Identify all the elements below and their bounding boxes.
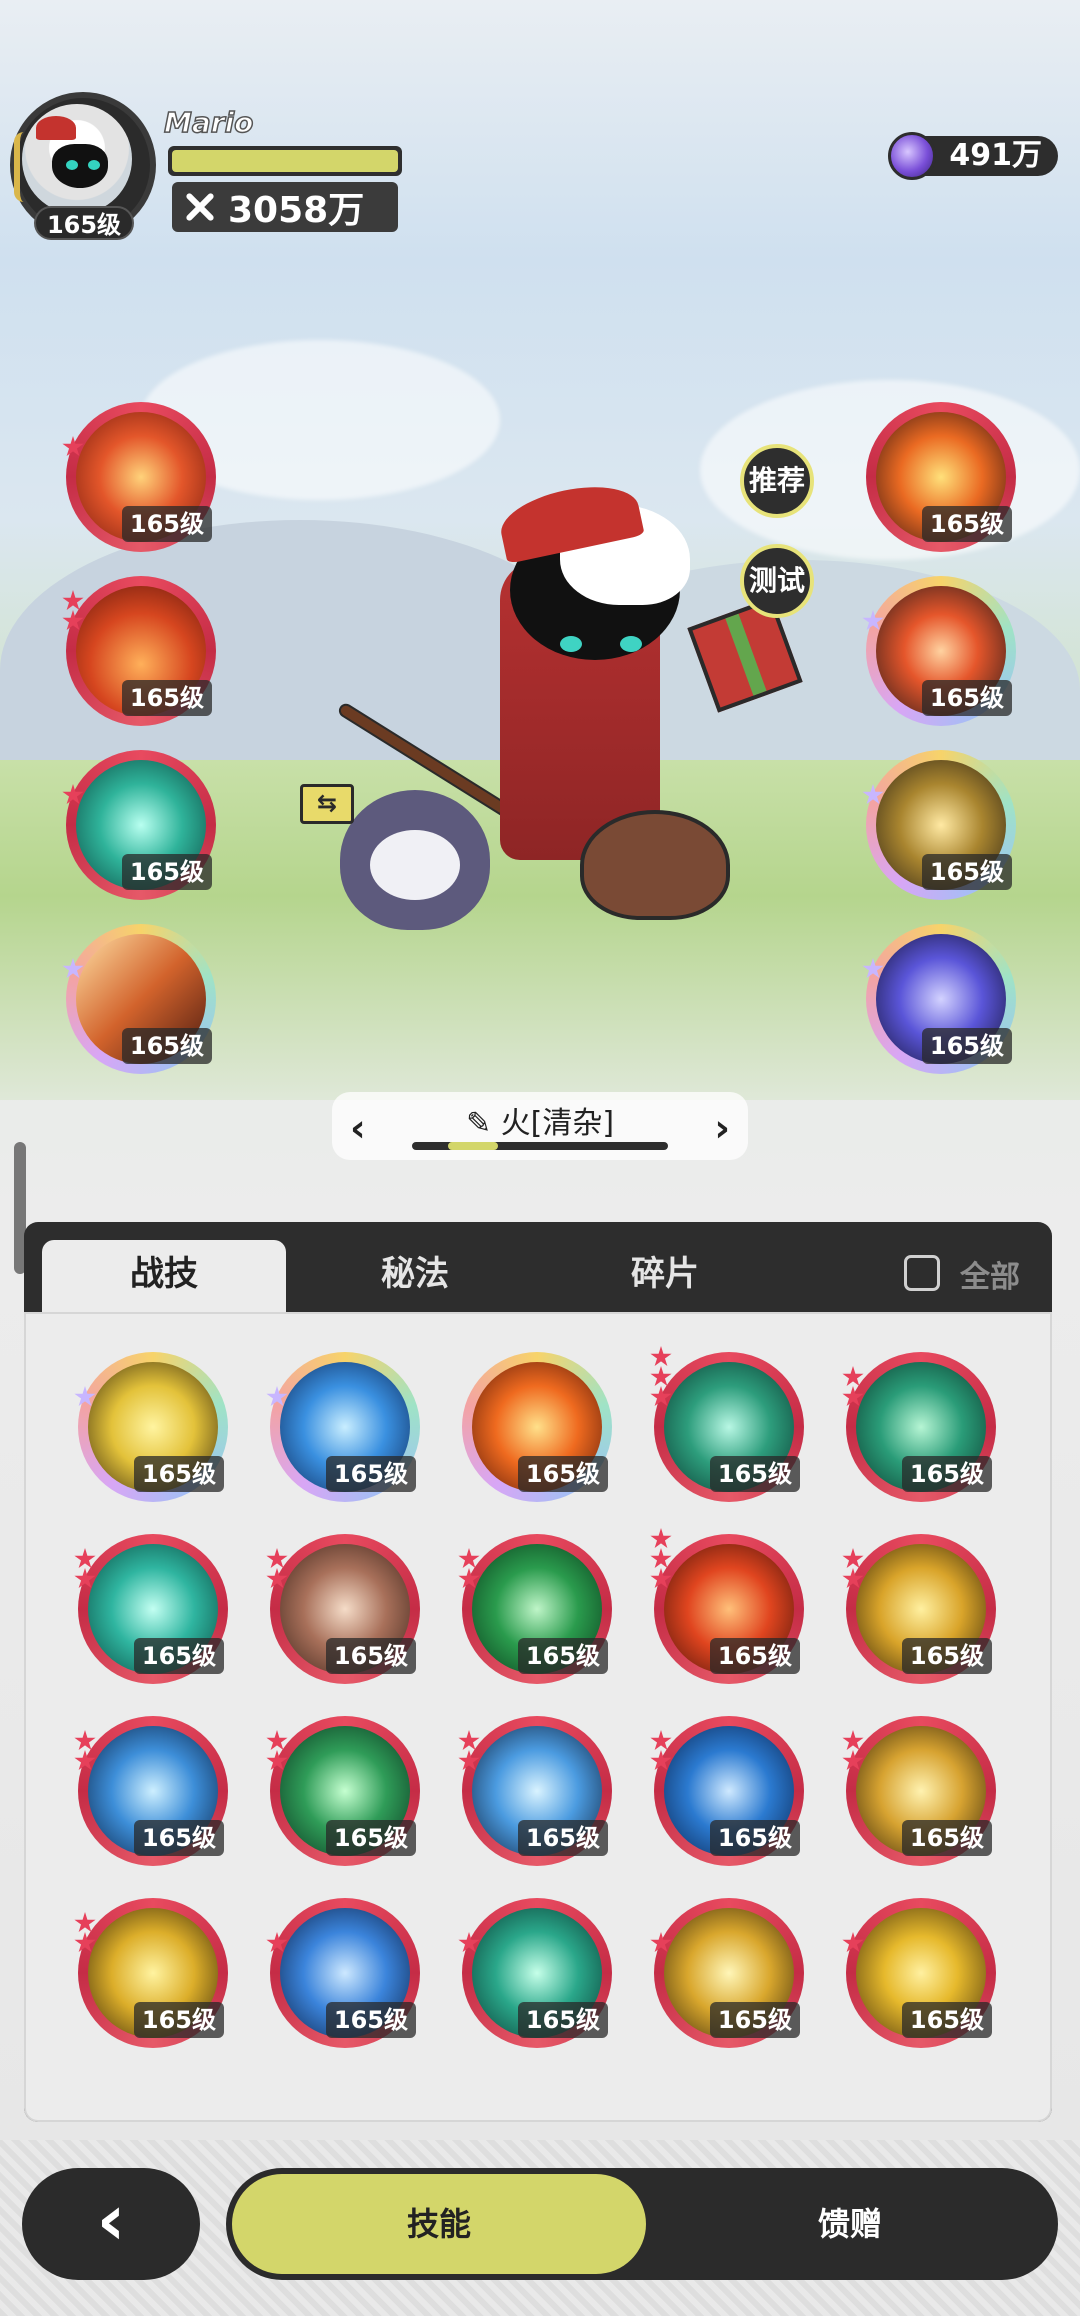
skill-grid-item[interactable]: 165级 bbox=[462, 1352, 612, 1502]
tab-combat[interactable]: 战技 bbox=[42, 1240, 286, 1312]
nav-skills-button[interactable]: 技能 bbox=[232, 2174, 646, 2274]
skill-level-label: 165级 bbox=[121, 1028, 212, 1064]
skill-level-label: 165级 bbox=[517, 1820, 608, 1856]
equipped-skill-left[interactable]: 165级 bbox=[62, 402, 216, 552]
skill-grid-item[interactable]: 165级 bbox=[842, 1898, 996, 2048]
skill-grid-item[interactable]: 165级 bbox=[458, 1716, 612, 1866]
currency-amount: 491万 bbox=[949, 138, 1042, 173]
purple-gem-icon bbox=[888, 132, 936, 180]
skill-grid-item[interactable]: 165级 bbox=[74, 1898, 228, 2048]
equipped-skill-right[interactable]: 165级 bbox=[862, 750, 1016, 900]
skill-level-label: 165级 bbox=[709, 2002, 800, 2038]
skill-grid-item[interactable]: 165级 bbox=[650, 1898, 804, 2048]
recommend-button[interactable]: 推荐 bbox=[740, 444, 814, 518]
skill-level-label: 165级 bbox=[325, 1820, 416, 1856]
player-name: Mario bbox=[163, 105, 254, 140]
skill-level-label: 165级 bbox=[517, 1456, 608, 1492]
skill-grid-item[interactable]: 165级 bbox=[650, 1528, 804, 1684]
skill-grid-item[interactable]: 165级 bbox=[74, 1716, 228, 1866]
skill-level-label: 165级 bbox=[325, 1456, 416, 1492]
player-level-badge: 165级 bbox=[34, 206, 134, 240]
preset-page-indicator bbox=[412, 1142, 668, 1150]
skill-grid-item[interactable]: 165级 bbox=[842, 1534, 996, 1684]
nav-gifts-button[interactable]: 馈赠 bbox=[700, 2174, 1000, 2274]
tab-fragments[interactable]: 碎片 bbox=[550, 1240, 780, 1312]
skill-level-label: 165级 bbox=[901, 1638, 992, 1674]
skill-grid-item[interactable]: 165级 bbox=[458, 1534, 612, 1684]
player-hp-bar bbox=[168, 146, 402, 176]
combat-power-value: 3058万 bbox=[228, 190, 365, 231]
skill-grid-item[interactable]: 165级 bbox=[266, 1716, 420, 1866]
combat-power: 3058万 bbox=[172, 182, 398, 232]
skill-level-label: 165级 bbox=[921, 1028, 1012, 1064]
skill-grid-item[interactable]: 165级 bbox=[266, 1898, 420, 2048]
equipped-skill-left[interactable]: 165级 bbox=[62, 924, 216, 1074]
skill-level-label: 165级 bbox=[121, 854, 212, 890]
preset-next-button[interactable]: › bbox=[714, 1106, 730, 1150]
skill-level-label: 165级 bbox=[133, 1456, 224, 1492]
test-button[interactable]: 测试 bbox=[740, 544, 814, 618]
pet-face bbox=[370, 830, 460, 900]
skill-level-label: 165级 bbox=[921, 506, 1012, 542]
skill-level-label: 165级 bbox=[133, 2002, 224, 2038]
skill-level-label: 165级 bbox=[121, 506, 212, 542]
skill-grid-item[interactable]: 165级 bbox=[650, 1346, 804, 1502]
skill-level-label: 165级 bbox=[709, 1820, 800, 1856]
show-all-checkbox[interactable] bbox=[904, 1255, 940, 1291]
skill-level-label: 165级 bbox=[921, 854, 1012, 890]
skill-level-label: 165级 bbox=[133, 1638, 224, 1674]
preset-selector: ‹ ✎ 火[清杂] › bbox=[332, 1092, 748, 1160]
character-eye bbox=[620, 636, 642, 652]
skill-grid-item[interactable]: 165级 bbox=[266, 1352, 420, 1502]
skill-level-label: 165级 bbox=[325, 2002, 416, 2038]
skill-level-label: 165级 bbox=[709, 1638, 800, 1674]
skill-grid-item[interactable]: 165级 bbox=[842, 1716, 996, 1866]
skill-grid-item[interactable]: 165级 bbox=[650, 1716, 804, 1866]
skill-level-label: 165级 bbox=[901, 2002, 992, 2038]
back-button[interactable]: ‹ bbox=[22, 2168, 200, 2280]
character-sled bbox=[580, 810, 730, 920]
equipped-skill-left[interactable]: 165级 bbox=[62, 576, 216, 726]
crossed-swords-icon bbox=[182, 189, 218, 225]
skill-level-label: 165级 bbox=[901, 1456, 992, 1492]
skill-grid-item[interactable]: 165级 bbox=[74, 1534, 228, 1684]
skill-level-label: 165级 bbox=[121, 680, 212, 716]
pencil-icon: ✎ bbox=[465, 1106, 501, 1141]
skill-level-label: 165级 bbox=[325, 1638, 416, 1674]
skill-grid-item[interactable]: 165级 bbox=[458, 1898, 612, 2048]
skill-level-label: 165级 bbox=[517, 2002, 608, 2038]
skill-level-label: 165级 bbox=[517, 1638, 608, 1674]
equipped-skill-right[interactable]: 165级 bbox=[866, 402, 1016, 552]
skill-level-label: 165级 bbox=[921, 680, 1012, 716]
show-all-label: 全部 bbox=[960, 1260, 1020, 1295]
skill-level-label: 165级 bbox=[901, 1820, 992, 1856]
tab-secret[interactable]: 秘法 bbox=[300, 1240, 530, 1312]
swap-icon[interactable]: ⇆ bbox=[300, 784, 354, 824]
skill-level-label: 165级 bbox=[133, 1820, 224, 1856]
character-eye bbox=[560, 636, 582, 652]
skill-grid-item[interactable]: 165级 bbox=[74, 1352, 228, 1502]
skill-level-label: 165级 bbox=[709, 1456, 800, 1492]
skill-grid-item[interactable]: 165级 bbox=[266, 1534, 420, 1684]
equipped-skill-right[interactable]: 165级 bbox=[862, 924, 1016, 1074]
equipped-skill-right[interactable]: 165级 bbox=[862, 576, 1016, 726]
preset-prev-button[interactable]: ‹ bbox=[350, 1106, 366, 1150]
equipped-skill-left[interactable]: 165级 bbox=[62, 750, 216, 900]
preset-name-label[interactable]: ✎ 火[清杂] bbox=[432, 1098, 648, 1142]
skill-grid-item[interactable]: 165级 bbox=[842, 1352, 996, 1502]
